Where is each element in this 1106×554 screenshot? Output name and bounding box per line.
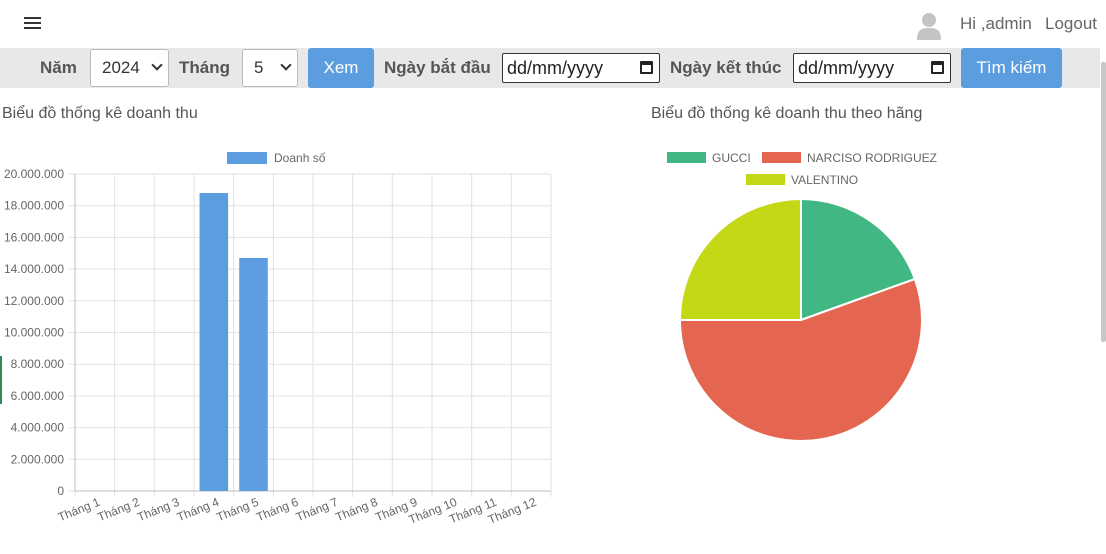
y-tick-label: 12.000.000: [4, 294, 64, 308]
calendar-icon[interactable]: [640, 61, 653, 74]
x-tick-label: Tháng 7: [294, 495, 340, 525]
user-avatar-icon[interactable]: [917, 12, 941, 40]
end-date-placeholder: dd/mm/yyyy: [798, 58, 895, 78]
y-tick-label: 8.000.000: [11, 357, 65, 371]
page-scrollbar[interactable]: [1101, 62, 1106, 342]
bar-4: [199, 193, 229, 491]
x-tick-label: Tháng 3: [135, 495, 181, 525]
year-select-value: 2024: [102, 58, 140, 77]
user-greeting: Hi ,admin: [960, 14, 1032, 33]
legend-label: VALENTINO: [791, 173, 858, 187]
calendar-icon[interactable]: [931, 61, 944, 74]
revenue-chart-title: Biểu đồ thống kê doanh thu: [2, 105, 198, 122]
top-navbar: Hi ,admin Logout: [0, 0, 1106, 48]
x-tick-label: Tháng 1: [56, 495, 102, 525]
y-tick-label: 16.000.000: [4, 230, 64, 244]
filter-bar: Năm 2024 Tháng 5 Xem Ngày bắt đầu dd/mm/…: [0, 48, 1100, 88]
y-tick-label: 20.000.000: [4, 167, 64, 181]
pie-slice-valentino: [678, 197, 802, 321]
end-date-label: Ngày kết thúc: [670, 58, 782, 77]
end-date-input[interactable]: dd/mm/yyyy: [793, 53, 951, 83]
revenue-bar-chart: Doanh số 0 2.000.000 4.000.000 6.000.000 8.00…: [4, 151, 552, 527]
x-tick-label: Tháng 8: [334, 495, 380, 525]
x-tick-label: Tháng 4: [175, 495, 221, 525]
start-date-input[interactable]: dd/mm/yyyy: [502, 53, 660, 83]
brand-chart-title: Biểu đồ thống kê doanh thu theo hãng: [651, 105, 923, 122]
hamburger-icon[interactable]: [24, 16, 41, 30]
x-tick-label: Tháng 6: [254, 495, 300, 525]
bar-5: [239, 258, 268, 491]
logout-link[interactable]: Logout: [1045, 14, 1097, 34]
month-label: Tháng: [179, 58, 230, 77]
year-label: Năm: [40, 58, 77, 77]
x-tick-label: Tháng 2: [96, 495, 142, 525]
start-date-label: Ngày bắt đầu: [384, 58, 491, 77]
y-tick-label: 18.000.000: [4, 199, 64, 213]
chevron-down-icon: [280, 59, 292, 71]
view-button[interactable]: Xem: [308, 48, 374, 88]
y-tick-label: 0: [57, 484, 64, 498]
y-tick-label: 14.000.000: [4, 262, 64, 276]
brand-pie-chart: GUCCI NARCISO RODRIGUEZ VALENTINO: [667, 151, 937, 442]
legend-label: NARCISO RODRIGUEZ: [807, 151, 937, 165]
month-select[interactable]: 5: [242, 49, 298, 87]
search-button[interactable]: Tìm kiếm: [961, 48, 1062, 88]
legend-swatch: [746, 174, 785, 185]
x-tick-label: Tháng 5: [215, 495, 261, 525]
chevron-down-icon: [151, 59, 163, 71]
year-select[interactable]: 2024: [90, 49, 169, 87]
legend-swatch: [667, 152, 706, 163]
y-tick-label: 10.000.000: [4, 326, 64, 340]
start-date-placeholder: dd/mm/yyyy: [507, 58, 604, 78]
legend-label: GUCCI: [712, 151, 751, 165]
legend-label: Doanh số: [274, 151, 326, 165]
legend-swatch: [227, 152, 267, 164]
y-tick-label: 4.000.000: [11, 421, 65, 435]
month-select-value: 5: [254, 58, 264, 77]
legend-swatch: [762, 152, 801, 163]
y-tick-label: 6.000.000: [11, 389, 65, 403]
y-tick-label: 2.000.000: [11, 452, 65, 466]
